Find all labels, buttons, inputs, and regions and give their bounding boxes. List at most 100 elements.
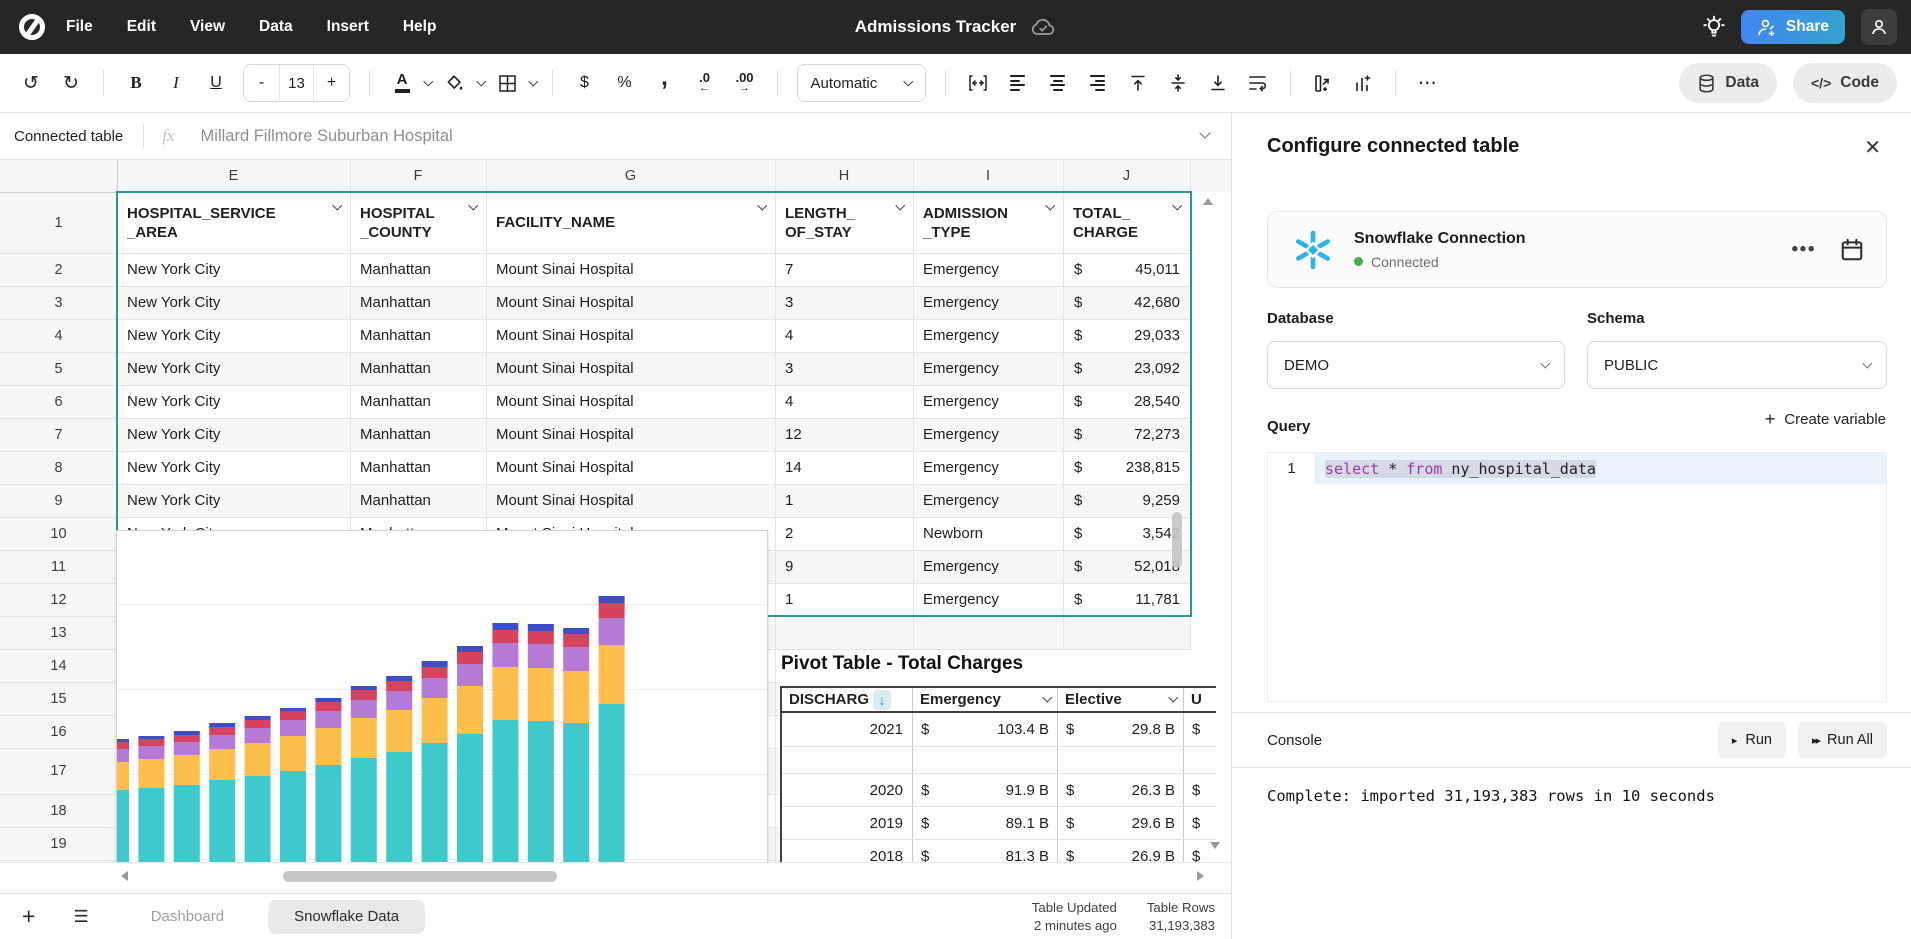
vertical-scrollbar-thumb[interactable]	[1172, 512, 1182, 568]
row-header-16[interactable]: 16	[0, 715, 117, 748]
cell[interactable]: Manhattan	[351, 286, 486, 319]
cell[interactable]: 7	[776, 253, 913, 286]
merge-cells-button[interactable]	[961, 65, 995, 101]
pivot-cell-year[interactable]: 2021	[782, 713, 913, 746]
cell-total-charge[interactable]: $29,033	[1064, 319, 1190, 352]
pivot-cell-year[interactable]: 2020	[782, 774, 913, 806]
column-filter-chevron-icon[interactable]	[1045, 201, 1054, 210]
underline-button[interactable]: U	[199, 65, 233, 101]
table-header-cell[interactable]: FACILITY_NAME	[487, 193, 775, 253]
row-header-8[interactable]: 8	[0, 451, 117, 484]
vertical-align-middle-button[interactable]	[1161, 65, 1195, 101]
pivot-cell-value[interactable]	[913, 747, 1058, 773]
cell[interactable]: 1	[776, 484, 913, 517]
spreadsheet-grid[interactable]: EFGHIJ1234567891011121314151617181920HOS…	[0, 160, 1231, 893]
cell-total-charge[interactable]: $42,680	[1064, 286, 1190, 319]
document-title[interactable]: Admissions Tracker	[855, 17, 1017, 37]
cell[interactable]: New York City	[118, 352, 350, 385]
cell[interactable]: Manhattan	[351, 484, 486, 517]
scroll-up-arrow-icon[interactable]	[1203, 198, 1213, 205]
tips-lightbulb-icon[interactable]	[1703, 15, 1725, 39]
connection-card[interactable]: Snowflake Connection Connected •••	[1267, 211, 1887, 288]
pivot-column-chevron-icon[interactable]	[1168, 693, 1177, 702]
cell[interactable]: New York City	[118, 286, 350, 319]
cell[interactable]: New York City	[118, 319, 350, 352]
pivot-cell-value[interactable]: $89.1 B	[913, 807, 1058, 839]
pivot-cell-value[interactable]: $103.4 B	[913, 713, 1058, 746]
cell-total-charge[interactable]: $11,781	[1064, 583, 1190, 616]
row-header-14[interactable]: 14	[0, 649, 117, 682]
pivot-header-Elective[interactable]: Elective	[1058, 688, 1184, 711]
column-header-E[interactable]: E	[117, 160, 350, 192]
cell[interactable]: 2	[776, 517, 913, 550]
cell[interactable]: Mount Sinai Hospital	[487, 418, 775, 451]
run-all-button[interactable]: ▸▸ Run All	[1798, 722, 1887, 758]
row-header-18[interactable]: 18	[0, 794, 117, 827]
bold-button[interactable]: B	[119, 65, 153, 101]
cell[interactable]: Emergency	[914, 352, 1063, 385]
pivot-cell-value[interactable]	[1058, 747, 1184, 773]
cell[interactable]: Emergency	[914, 550, 1063, 583]
cell[interactable]: Newborn	[914, 517, 1063, 550]
pivot-cell-value[interactable]: $	[1184, 713, 1216, 746]
cell[interactable]: Manhattan	[351, 352, 486, 385]
cell[interactable]: 9	[776, 550, 913, 583]
text-color-button[interactable]: A	[385, 65, 419, 101]
account-avatar-button[interactable]	[1861, 9, 1897, 45]
column-header-J[interactable]: J	[1063, 160, 1190, 192]
cell[interactable]: Mount Sinai Hospital	[487, 451, 775, 484]
create-variable-button[interactable]: + Create variable	[1765, 409, 1886, 430]
cell[interactable]: Emergency	[914, 451, 1063, 484]
menu-insert[interactable]: Insert	[327, 18, 369, 36]
row-header-10[interactable]: 10	[0, 517, 117, 550]
cell[interactable]: 4	[776, 385, 913, 418]
row-header-6[interactable]: 6	[0, 385, 117, 418]
pivot-cell-value[interactable]: $91.9 B	[913, 774, 1058, 806]
formula-bar-expand-chevron-icon[interactable]	[1199, 127, 1210, 138]
cell[interactable]: Manhattan	[351, 253, 486, 286]
h-scrollbar-track[interactable]	[0, 862, 1231, 893]
cell[interactable]: Manhattan	[351, 451, 486, 484]
insert-chart-button[interactable]	[1346, 65, 1380, 101]
sql-query-editor[interactable]: 1 select * from ny_hospital_data	[1267, 452, 1887, 702]
row-header-11[interactable]: 11	[0, 550, 117, 583]
pivot-table[interactable]: Pivot Table - Total ChargesDISCHARG↓Emer…	[779, 650, 1216, 862]
align-right-button[interactable]	[1081, 65, 1115, 101]
table-header-cell[interactable]: ADMISSION _TYPE	[914, 193, 1063, 253]
sort-descending-icon[interactable]: ↓	[873, 690, 891, 710]
cell[interactable]: 3	[776, 352, 913, 385]
decrease-decimal-button[interactable]: .0←	[688, 65, 722, 101]
table-header-cell[interactable]: HOSPITAL _COUNTY	[351, 193, 486, 253]
cell[interactable]: Mount Sinai Hospital	[487, 319, 775, 352]
column-filter-chevron-icon[interactable]	[468, 201, 477, 210]
pivot-cell-value[interactable]: $	[1184, 807, 1216, 839]
cell[interactable]: Emergency	[914, 319, 1063, 352]
connection-more-options-icon[interactable]: •••	[1792, 239, 1816, 261]
undo-button[interactable]: ↺	[14, 65, 48, 101]
cell[interactable]: Emergency	[914, 418, 1063, 451]
vertical-align-top-button[interactable]	[1121, 65, 1155, 101]
column-filter-chevron-icon[interactable]	[1172, 201, 1181, 210]
cell[interactable]: New York City	[118, 484, 350, 517]
cell[interactable]: Manhattan	[351, 385, 486, 418]
table-header-cell[interactable]: HOSPITAL_SERVICE _AREA	[118, 193, 350, 253]
column-filter-chevron-icon[interactable]	[757, 201, 766, 210]
row-header-15[interactable]: 15	[0, 682, 117, 715]
cell[interactable]: New York City	[118, 385, 350, 418]
column-header-I[interactable]: I	[913, 160, 1063, 192]
currency-format-button[interactable]: $	[568, 65, 602, 101]
scroll-down-arrow-icon[interactable]	[1210, 842, 1220, 849]
pivot-cell-year[interactable]: 2019	[782, 807, 913, 839]
formula-bar-value[interactable]: Millard Fillmore Suburban Hospital	[201, 127, 453, 146]
tab-snowflake-data[interactable]: Snowflake Data	[268, 900, 425, 934]
close-panel-icon[interactable]: ✕	[1864, 135, 1881, 160]
scroll-right-arrow-icon[interactable]	[1197, 871, 1204, 881]
number-format-dropdown[interactable]: Automatic	[797, 64, 926, 102]
database-select[interactable]: DEMO	[1267, 341, 1565, 389]
row-header-4[interactable]: 4	[0, 319, 117, 352]
borders-button[interactable]	[490, 65, 524, 101]
cell[interactable]: 12	[776, 418, 913, 451]
fill-color-button[interactable]	[438, 65, 472, 101]
thousands-separator-button[interactable]: ,	[648, 65, 682, 101]
row-header-9[interactable]: 9	[0, 484, 117, 517]
